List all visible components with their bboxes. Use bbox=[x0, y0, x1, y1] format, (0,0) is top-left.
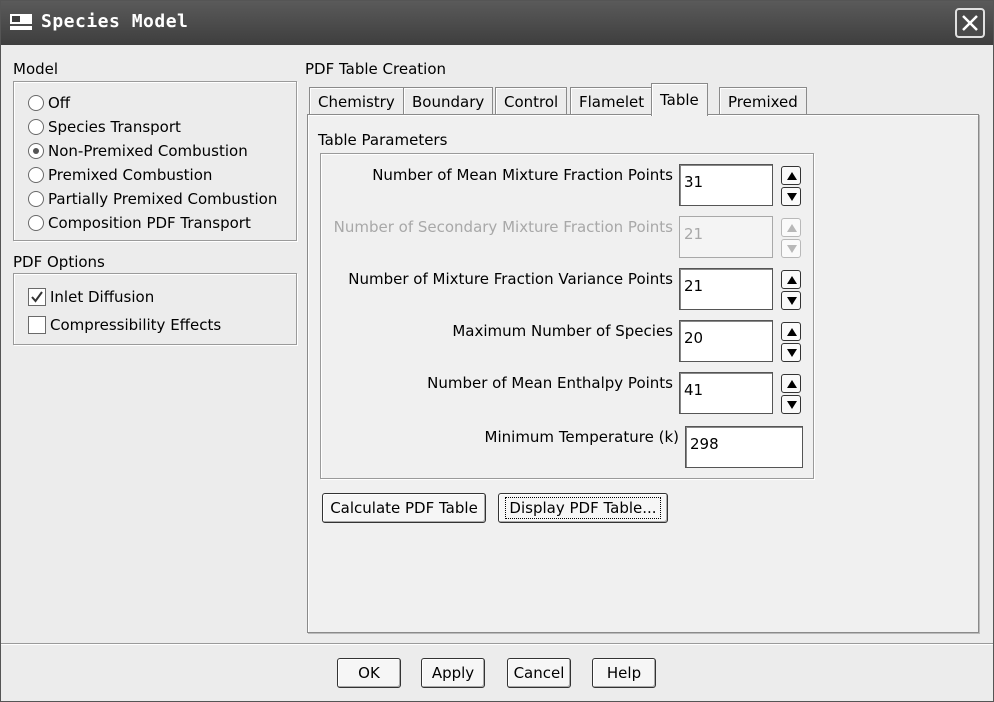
radio-label: Premixed Combustion bbox=[48, 166, 213, 184]
table-parameters-group: Number of Mean Mixture Fraction Points 3… bbox=[320, 153, 814, 479]
spin-down-button[interactable] bbox=[781, 395, 801, 414]
radio-button[interactable] bbox=[28, 95, 44, 111]
radio-off[interactable]: Off bbox=[28, 92, 70, 114]
spin-up-button[interactable] bbox=[781, 374, 801, 393]
footer-separator bbox=[1, 643, 993, 645]
spin-up-button[interactable] bbox=[781, 322, 801, 341]
radio-button[interactable] bbox=[28, 167, 44, 183]
radio-label: Non-Premixed Combustion bbox=[48, 142, 248, 160]
spin-up-button[interactable] bbox=[781, 270, 801, 289]
arrow-up-icon bbox=[787, 276, 797, 284]
mixture-fraction-variance-points-input[interactable]: 21 bbox=[679, 268, 773, 310]
mean-enthalpy-points-label: Number of Mean Enthalpy Points bbox=[427, 374, 673, 392]
spin-down-button[interactable] bbox=[781, 187, 801, 206]
model-group: Off Species Transport Non-Premixed Combu… bbox=[13, 81, 297, 241]
close-button[interactable] bbox=[955, 8, 985, 38]
arrow-up-icon bbox=[787, 224, 797, 232]
checkbox-compressibility-effects[interactable]: Compressibility Effects bbox=[28, 314, 221, 336]
tab-panel-table: Table Parameters Number of Mean Mixture … bbox=[307, 114, 979, 633]
radio-label: Partially Premixed Combustion bbox=[48, 190, 278, 208]
mean-enthalpy-points-input[interactable]: 41 bbox=[679, 372, 773, 414]
arrow-up-icon bbox=[787, 380, 797, 388]
spin-down-button bbox=[781, 239, 801, 258]
minimum-temperature-label: Minimum Temperature (k) bbox=[484, 428, 679, 446]
tab-premixed[interactable]: Premixed bbox=[719, 87, 807, 115]
radio-composition-pdf-transport[interactable]: Composition PDF Transport bbox=[28, 212, 251, 234]
radio-button[interactable] bbox=[28, 191, 44, 207]
spin-down-button[interactable] bbox=[781, 291, 801, 310]
mean-mixture-fraction-points-input[interactable]: 31 bbox=[679, 164, 773, 206]
radio-partially-premixed-combustion[interactable]: Partially Premixed Combustion bbox=[28, 188, 277, 210]
mean-enthalpy-points-spinner bbox=[781, 374, 801, 414]
arrow-down-icon bbox=[787, 349, 797, 357]
radio-button[interactable] bbox=[28, 143, 44, 159]
calculate-pdf-table-button[interactable]: Calculate PDF Table bbox=[322, 493, 486, 523]
help-button[interactable]: Help bbox=[592, 658, 656, 688]
mixture-fraction-variance-points-label: Number of Mixture Fraction Variance Poin… bbox=[348, 270, 673, 288]
mean-mixture-fraction-points-spinner bbox=[781, 166, 801, 206]
radio-label: Species Transport bbox=[48, 118, 181, 136]
window-icon bbox=[9, 13, 33, 31]
apply-button[interactable]: Apply bbox=[421, 658, 485, 688]
close-icon bbox=[962, 15, 978, 31]
window-title: Species Model bbox=[41, 11, 189, 32]
tab-table[interactable]: Table bbox=[651, 83, 708, 116]
arrow-down-icon bbox=[787, 193, 797, 201]
display-pdf-table-button[interactable]: Display PDF Table... bbox=[498, 493, 668, 523]
secondary-mixture-fraction-points-label: Number of Secondary Mixture Fraction Poi… bbox=[333, 218, 673, 236]
check-icon bbox=[31, 291, 43, 303]
checkbox-inlet-diffusion[interactable]: Inlet Diffusion bbox=[28, 286, 154, 308]
cancel-button[interactable]: Cancel bbox=[507, 658, 571, 688]
radio-premixed-combustion[interactable]: Premixed Combustion bbox=[28, 164, 212, 186]
pdf-table-creation-label: PDF Table Creation bbox=[305, 60, 447, 78]
species-model-dialog: Species Model Model Off Species Transpor… bbox=[0, 0, 994, 702]
arrow-down-icon bbox=[787, 297, 797, 305]
title-bar[interactable]: Species Model bbox=[1, 1, 993, 45]
table-parameters-label: Table Parameters bbox=[318, 131, 448, 149]
maximum-number-of-species-label: Maximum Number of Species bbox=[452, 322, 673, 340]
pdf-options-label: PDF Options bbox=[13, 253, 105, 271]
ok-button[interactable]: OK bbox=[337, 658, 401, 688]
radio-non-premixed-combustion[interactable]: Non-Premixed Combustion bbox=[28, 140, 248, 162]
radio-button[interactable] bbox=[28, 119, 44, 135]
secondary-mixture-fraction-points-spinner bbox=[781, 218, 801, 258]
checkbox[interactable] bbox=[28, 288, 46, 306]
radio-label: Off bbox=[48, 94, 71, 112]
maximum-number-of-species-spinner bbox=[781, 322, 801, 362]
spin-up-button[interactable] bbox=[781, 166, 801, 185]
model-group-label: Model bbox=[13, 60, 59, 78]
minimum-temperature-input[interactable]: 298 bbox=[685, 426, 803, 468]
spin-down-button[interactable] bbox=[781, 343, 801, 362]
secondary-mixture-fraction-points-input: 21 bbox=[679, 216, 773, 258]
arrow-down-icon bbox=[787, 245, 797, 253]
radio-button[interactable] bbox=[28, 215, 44, 231]
checkbox[interactable] bbox=[28, 316, 46, 334]
mean-mixture-fraction-points-label: Number of Mean Mixture Fraction Points bbox=[372, 166, 673, 184]
tab-chemistry[interactable]: Chemistry bbox=[309, 87, 404, 115]
checkbox-label: Inlet Diffusion bbox=[50, 288, 155, 306]
maximum-number-of-species-input[interactable]: 20 bbox=[679, 320, 773, 362]
arrow-up-icon bbox=[787, 328, 797, 336]
pdf-options-group: Inlet Diffusion Compressibility Effects bbox=[13, 273, 297, 345]
arrow-down-icon bbox=[787, 401, 797, 409]
radio-species-transport[interactable]: Species Transport bbox=[28, 116, 181, 138]
spin-up-button bbox=[781, 218, 801, 237]
radio-label: Composition PDF Transport bbox=[48, 214, 251, 232]
mixture-fraction-variance-points-spinner bbox=[781, 270, 801, 310]
checkbox-label: Compressibility Effects bbox=[50, 316, 222, 334]
display-pdf-table-label: Display PDF Table... bbox=[505, 497, 661, 519]
tab-flamelet[interactable]: Flamelet bbox=[570, 87, 654, 115]
tab-boundary[interactable]: Boundary bbox=[403, 87, 494, 115]
arrow-up-icon bbox=[787, 172, 797, 180]
tab-control[interactable]: Control bbox=[495, 87, 568, 115]
